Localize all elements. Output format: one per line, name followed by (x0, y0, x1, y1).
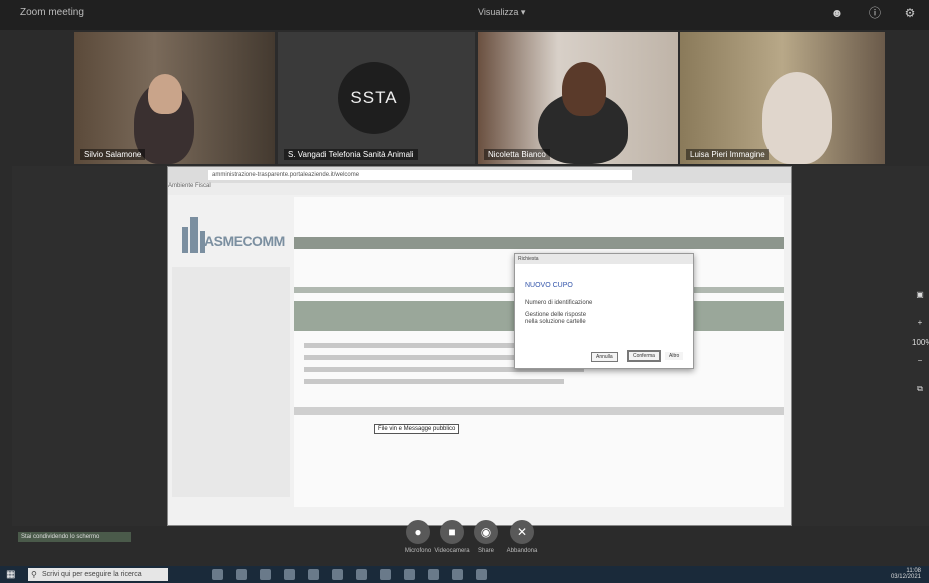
app-icon[interactable] (452, 569, 463, 580)
top-bar: Zoom meeting Visualizza ▾ ☻ ⓘ ⚙ (0, 0, 929, 30)
participant-name: Luisa Pieri Immagine (686, 149, 769, 160)
taskbar-search[interactable]: ⚲ Scrivi qui per eseguire la ricerca (28, 568, 168, 581)
zoom-out-icon[interactable]: − (912, 356, 928, 365)
confirm-button[interactable]: Conferma (627, 350, 661, 362)
address-bar[interactable]: amministrazione-trasparente.portaleazien… (208, 170, 632, 180)
app-icon[interactable] (260, 569, 271, 580)
extra-button[interactable]: Altro (665, 352, 684, 360)
participant-face (762, 72, 832, 164)
dialog-text: Gestione delle risposte (525, 312, 587, 318)
participants-icon[interactable]: ☻ (830, 6, 844, 20)
video-tile-2[interactable]: SSTA S. Vangadi Telefonia Sanità Animali (278, 32, 475, 164)
app-icon[interactable] (476, 569, 487, 580)
app-icon[interactable] (380, 569, 391, 580)
app-icon[interactable] (284, 569, 295, 580)
info-icon[interactable]: ⓘ (868, 6, 882, 20)
section-bar (294, 237, 784, 249)
table-row (304, 379, 564, 384)
control-label: Abbandona (506, 548, 538, 554)
site-sidebar[interactable] (172, 267, 290, 497)
participant-face (148, 74, 182, 114)
settings-icon[interactable]: ⚙ (903, 6, 917, 20)
app-icon[interactable] (236, 569, 247, 580)
fullscreen-icon[interactable]: ⧉ (912, 384, 928, 394)
zoom-level: 100% (912, 338, 929, 347)
fit-screen-icon[interactable]: ▣ (912, 290, 928, 299)
search-icon: ⚲ (31, 570, 37, 579)
video-tile-1[interactable]: Silvio Salamone (74, 32, 275, 164)
participant-face (562, 62, 606, 116)
task-view-icon[interactable] (212, 569, 223, 580)
table-row (294, 407, 784, 415)
system-tray[interactable]: 11:08 03/12/2021 (891, 568, 921, 580)
search-placeholder: Scrivi qui per eseguire la ricerca (42, 571, 142, 578)
dialog-text: Numero di identificazione (525, 300, 593, 306)
meeting-controls: ● ■ ◉ ✕ Microfono Videocamera Share Abba… (380, 520, 550, 566)
share-icon[interactable]: ◉ (474, 520, 498, 544)
participant-name: Silvio Salamone (80, 149, 146, 160)
browser-tab-bar: amministrazione-trasparente.portaleazien… (168, 167, 791, 183)
share-notice: Stai condividendo lo schermo (18, 532, 131, 542)
video-tile-3[interactable]: Nicoletta Bianco (478, 32, 678, 164)
microphone-icon[interactable]: ● (406, 520, 430, 544)
participant-name: Nicoletta Bianco (484, 149, 550, 160)
dialog-title: NUOVO CUPO (525, 282, 573, 289)
clock-date: 03/12/2021 (890, 574, 921, 580)
tooltip: File vin e Messagge pubblico (374, 424, 460, 434)
cancel-button[interactable]: Annulla (591, 352, 618, 362)
zoom-in-icon[interactable]: + (912, 318, 928, 327)
app-icon[interactable] (356, 569, 367, 580)
avatar-initials: SSTA (350, 88, 398, 107)
participant-name: S. Vangadi Telefonia Sanità Animali (284, 149, 418, 160)
leave-icon[interactable]: ✕ (510, 520, 534, 544)
taskbar: ▦ ⚲ Scrivi qui per eseguire la ricerca 1… (0, 566, 929, 583)
bookmarks-bar[interactable]: Ambiente Fiscal (168, 183, 791, 195)
avatar: SSTA (338, 62, 410, 134)
logo-text: ASMECOMM (204, 233, 285, 249)
control-label: Share (477, 548, 494, 554)
windows-start-icon[interactable]: ▦ (6, 569, 17, 580)
video-tile-4[interactable]: Luisa Pieri Immagine (680, 32, 885, 164)
app-icon[interactable] (332, 569, 343, 580)
shared-browser-window[interactable]: amministrazione-trasparente.portaleazien… (167, 166, 792, 526)
app-icon[interactable] (308, 569, 319, 580)
dialog-header: Richiesta (515, 254, 693, 264)
view-dropdown[interactable]: Visualizza ▾ (478, 7, 525, 18)
app-icon[interactable] (428, 569, 439, 580)
site-logo: ASMECOMM (176, 207, 286, 257)
camera-icon[interactable]: ■ (440, 520, 464, 544)
dialog[interactable]: Richiesta NUOVO CUPO Numero di identific… (514, 253, 694, 369)
dialog-text: nella soluzione cartelle (525, 319, 586, 325)
window-title: Zoom meeting (20, 7, 84, 18)
app-icon[interactable] (404, 569, 415, 580)
site-content: Richiesta NUOVO CUPO Numero di identific… (294, 197, 784, 507)
